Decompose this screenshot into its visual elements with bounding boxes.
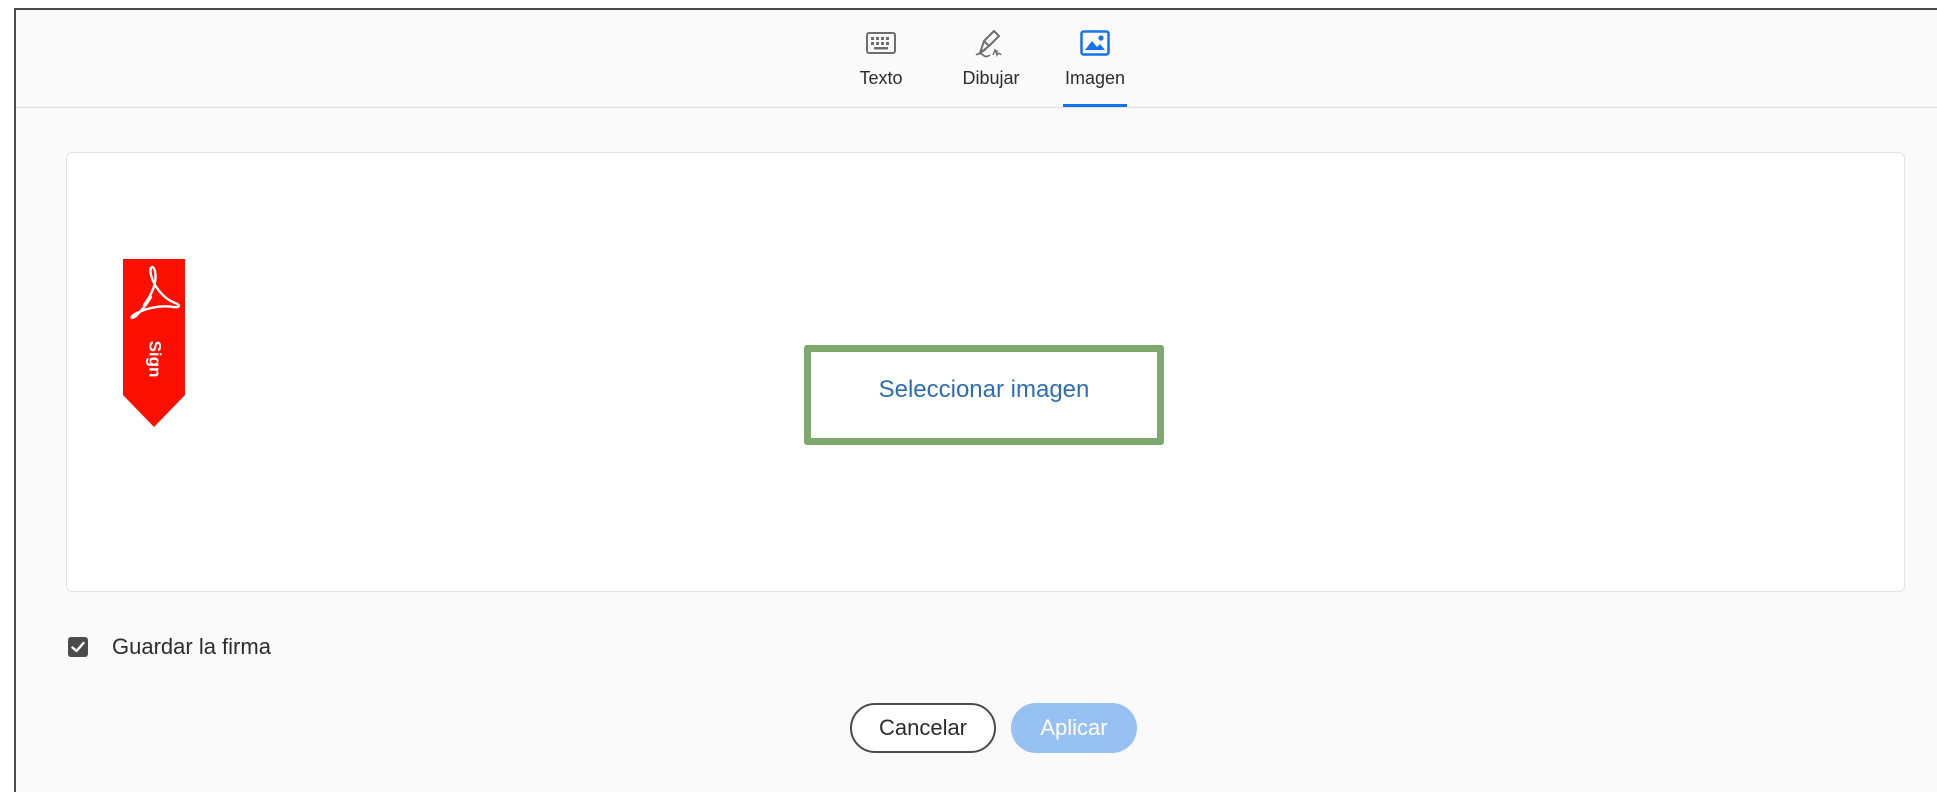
tab-texto-label: Texto [859, 68, 903, 88]
tab-imagen-label: Imagen [1064, 68, 1126, 88]
select-image-link[interactable]: Seleccionar imagen [879, 376, 1090, 404]
signature-mode-tabs: Texto Dibujar Imagen [16, 10, 1937, 108]
save-signature-row: Guardar la firma [68, 632, 271, 662]
tab-imagen[interactable]: Imagen [1063, 26, 1127, 107]
signature-dialog: Texto Dibujar Imagen Sign Seleccionar im… [14, 8, 1937, 792]
image-icon [1078, 26, 1112, 60]
checkmark-icon [71, 641, 85, 653]
keyboard-icon [864, 26, 898, 60]
save-signature-checkbox[interactable] [68, 637, 88, 657]
tab-texto[interactable]: Texto [851, 26, 911, 107]
active-tab-indicator [1063, 104, 1127, 107]
save-signature-label: Guardar la firma [112, 634, 271, 659]
cancel-button[interactable]: Cancelar [850, 703, 996, 753]
tab-dibujar-label: Dibujar [962, 68, 1020, 88]
image-preview-area: Sign Seleccionar imagen [66, 152, 1905, 592]
apply-button[interactable]: Aplicar [1011, 703, 1137, 753]
adobe-sign-badge: Sign [123, 259, 185, 427]
select-image-highlight: Seleccionar imagen [804, 345, 1164, 445]
tab-dibujar[interactable]: Dibujar [955, 26, 1027, 107]
pen-draw-icon [974, 26, 1008, 60]
sign-badge-text: Sign [146, 341, 165, 378]
